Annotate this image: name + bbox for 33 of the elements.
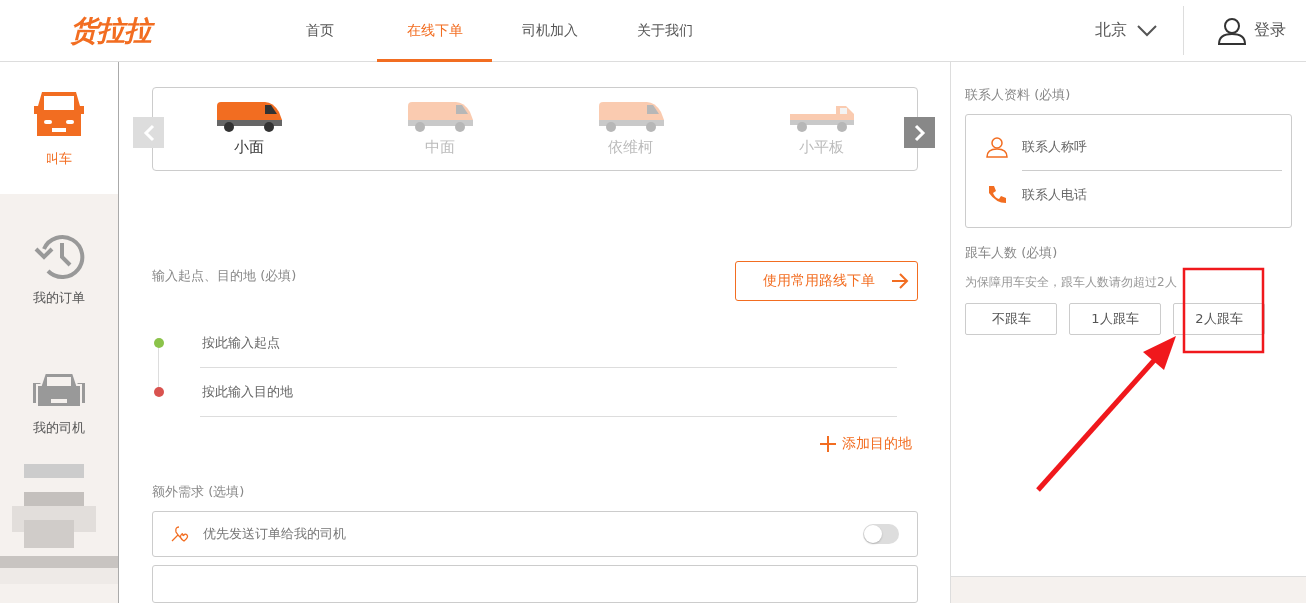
section-label: 输入起点、目的地 (必填)	[152, 266, 297, 285]
nav-tab[interactable]: 司机加入	[492, 0, 607, 62]
van-icon	[405, 100, 474, 135]
contact-field[interactable]: 联系人电话	[1022, 171, 1282, 219]
section-label: 跟车人数 (必填)	[965, 244, 1059, 262]
rider-option[interactable]: 不跟车	[965, 303, 1057, 335]
city-selector[interactable]: 北京	[1095, 6, 1184, 55]
sidebar-label: 叫车	[46, 150, 72, 168]
van-icon	[214, 100, 283, 135]
sidebar-item[interactable]: 我的订单	[0, 194, 118, 344]
vehicle-option[interactable]: 小面	[153, 88, 344, 170]
driver-heart-icon	[171, 524, 191, 543]
hint-text: 为保障用车安全，跟车人数请勿超过2人	[965, 274, 1178, 291]
plus-icon	[820, 435, 836, 452]
van-icon	[596, 100, 665, 135]
option-label: 优先发送订单给我的司机	[203, 524, 347, 543]
user-icon	[1218, 16, 1246, 45]
login-link[interactable]: 登录	[1184, 0, 1306, 61]
rider-option[interactable]: 2人跟车	[1173, 303, 1265, 335]
nav-tab[interactable]: 首页	[262, 0, 377, 62]
section-label: 额外需求 (选填)	[152, 482, 246, 501]
chevron-down-icon	[1137, 24, 1157, 37]
person-icon	[986, 136, 1008, 158]
nav-tab[interactable]: 关于我们	[607, 0, 722, 62]
phone-icon	[986, 184, 1008, 206]
contact-field[interactable]: 联系人称呼	[1022, 123, 1282, 171]
sidebar-label: 我的订单	[33, 289, 85, 307]
arrow-right-icon	[891, 272, 909, 289]
toggle-switch[interactable]	[863, 523, 899, 544]
section-label: 联系人资料 (必填)	[965, 86, 1072, 104]
sidebar-item[interactable]: 我的司机	[0, 344, 118, 464]
sidebar-label: 我的司机	[33, 419, 85, 437]
rider-option[interactable]: 1人跟车	[1069, 303, 1161, 335]
